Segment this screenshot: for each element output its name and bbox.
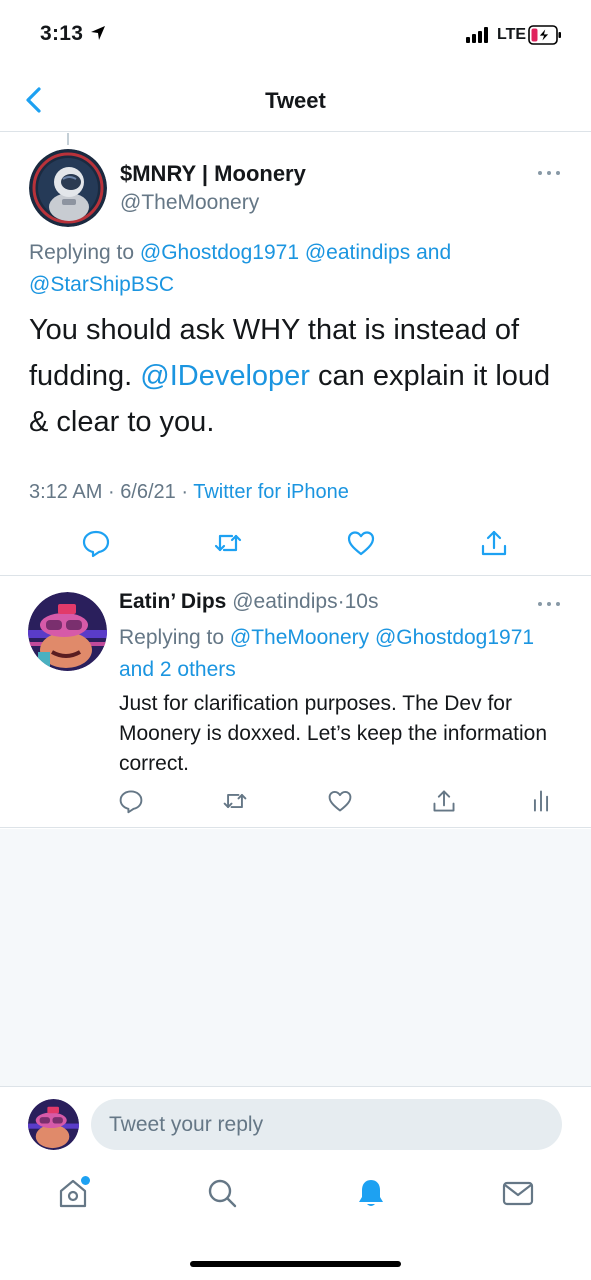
meta-separator: · xyxy=(181,481,189,503)
reply-author-avatar[interactable] xyxy=(28,592,107,671)
retweet-icon[interactable] xyxy=(222,788,248,814)
heart-icon[interactable] xyxy=(346,528,376,558)
tweet-actions xyxy=(0,528,591,560)
more-options-icon[interactable] xyxy=(537,169,561,177)
mention-starshipbsc[interactable]: @StarShipBSC xyxy=(29,273,174,296)
reply-header: Eatin’ Dips @eatindips·10s xyxy=(119,590,378,614)
author-handle[interactable]: @TheMoonery xyxy=(120,191,259,215)
home-indicator[interactable] xyxy=(190,1261,401,1267)
empty-replies-area xyxy=(0,829,591,1087)
battery-charging-icon xyxy=(528,25,561,45)
mention-themoonery[interactable]: @TheMoonery xyxy=(230,626,369,649)
page-title: Tweet xyxy=(265,88,326,113)
reply-author-handle[interactable]: @eatindips xyxy=(232,590,337,613)
mention-ghostdog1971[interactable]: @Ghostdog1971 xyxy=(375,626,534,649)
tweet-text: You should ask WHY that is instead of fu… xyxy=(29,307,574,445)
reply-separator: · xyxy=(337,590,345,613)
mail-icon[interactable] xyxy=(501,1176,535,1210)
tab-bar xyxy=(0,1162,591,1232)
mention-eatindips[interactable]: @eatindips xyxy=(305,241,410,264)
share-icon[interactable] xyxy=(479,528,509,558)
status-time: 3:13 xyxy=(40,22,84,45)
mention-others[interactable]: 2 others xyxy=(160,658,236,681)
share-icon[interactable] xyxy=(431,788,457,814)
main-tweet: $MNRY | Moonery @TheMoonery Replying to … xyxy=(0,133,591,576)
replying-and: and xyxy=(416,241,452,264)
author-avatar[interactable] xyxy=(29,149,107,227)
mention-ghostdog1971[interactable]: @Ghostdog1971 xyxy=(140,241,299,264)
network-type: LTE xyxy=(497,26,527,43)
reply-composer xyxy=(0,1087,591,1162)
author-name[interactable]: $MNRY | Moonery xyxy=(120,161,306,187)
analytics-icon[interactable] xyxy=(528,788,554,814)
mention-ideveloper[interactable]: @IDeveloper xyxy=(140,360,310,392)
reply-input[interactable] xyxy=(91,1099,562,1150)
bell-icon[interactable] xyxy=(354,1176,388,1210)
notification-dot xyxy=(81,1176,90,1185)
heart-icon[interactable] xyxy=(327,788,353,814)
comment-icon[interactable] xyxy=(118,788,144,814)
meta-separator: · xyxy=(107,481,115,503)
replying-prefix: Replying to xyxy=(29,241,135,264)
replying-to-line: Replying to @Ghostdog1971 @eatindips and… xyxy=(29,237,559,301)
status-bar: 3:13 LTE xyxy=(0,0,591,70)
search-icon[interactable] xyxy=(205,1176,239,1210)
more-options-icon[interactable] xyxy=(537,600,561,608)
tweet-source[interactable]: Twitter for iPhone xyxy=(193,481,349,503)
tweet-metadata: 3:12 AM · 6/6/21 · Twitter for iPhone xyxy=(29,481,349,504)
signal-strength-icon xyxy=(466,27,490,43)
location-arrow-icon xyxy=(91,26,105,40)
reply-age: 10s xyxy=(344,590,379,613)
comment-icon[interactable] xyxy=(81,528,111,558)
reply-author-name[interactable]: Eatin’ Dips xyxy=(119,590,226,613)
user-avatar[interactable] xyxy=(28,1099,79,1150)
reply-replying-to-line: Replying to @TheMoonery @Ghostdog1971 an… xyxy=(119,622,569,686)
replying-and: and xyxy=(119,658,155,681)
reply-tweet-text: Just for clarification purposes. The Dev… xyxy=(119,692,548,775)
tweet-time: 3:12 AM xyxy=(29,481,103,503)
reply-tweet[interactable]: Eatin’ Dips @eatindips·10s Replying to @… xyxy=(0,576,591,828)
retweet-icon[interactable] xyxy=(213,528,243,558)
reply-actions xyxy=(0,788,591,816)
navigation-bar: Tweet xyxy=(0,70,591,132)
tweet-date: 6/6/21 xyxy=(120,481,176,503)
replying-prefix: Replying to xyxy=(119,626,225,649)
